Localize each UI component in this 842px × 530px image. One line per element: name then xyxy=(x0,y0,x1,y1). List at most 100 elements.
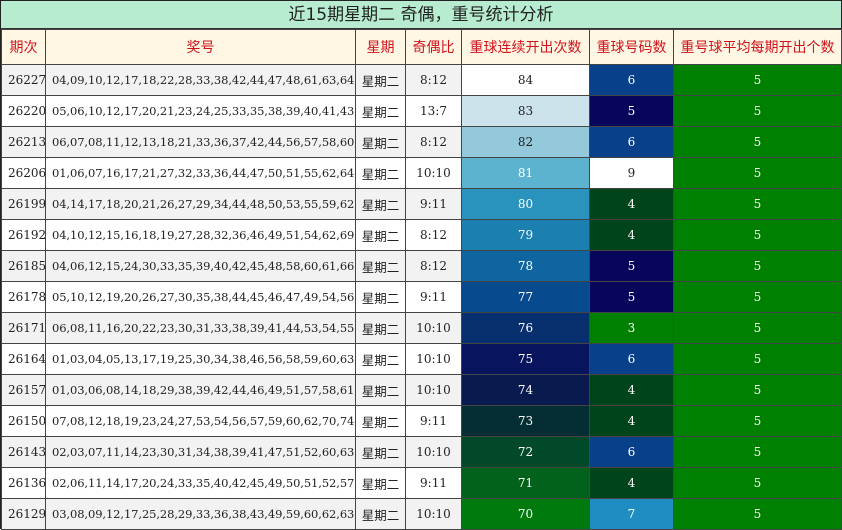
cell-issue: 26199 xyxy=(1,188,46,220)
cell-repeat-count: 5 xyxy=(589,95,674,127)
cell-numbers: 03,08,09,12,17,25,28,29,33,36,38,43,49,5… xyxy=(45,498,356,530)
cell-streak: 83 xyxy=(461,95,590,127)
cell-avg: 5 xyxy=(673,219,842,251)
cell-avg: 5 xyxy=(673,312,842,344)
cell-avg: 5 xyxy=(673,157,842,189)
cell-ratio: 9:11 xyxy=(405,467,462,499)
cell-issue: 26206 xyxy=(1,157,46,189)
cell-ratio: 8:12 xyxy=(405,219,462,251)
cell-avg: 5 xyxy=(673,436,842,468)
cell-ratio: 10:10 xyxy=(405,374,462,406)
table-row: 26220 05,06,10,12,17,20,21,23,24,25,33,35… xyxy=(1,95,842,127)
cell-issue: 26150 xyxy=(1,405,46,437)
cell-numbers: 06,08,11,16,20,22,23,30,31,33,38,39,41,4… xyxy=(45,312,356,344)
cell-repeat-count: 5 xyxy=(589,250,674,282)
table-row: 26178 05,10,12,19,20,26,27,30,35,38,44,45… xyxy=(1,281,842,313)
cell-weekday: 星期二 xyxy=(355,188,406,220)
cell-ratio: 9:11 xyxy=(405,281,462,313)
cell-issue: 26185 xyxy=(1,250,46,282)
cell-streak: 75 xyxy=(461,343,590,375)
table-body: 26227 04,09,10,12,17,18,22,28,33,38,42,44… xyxy=(1,64,842,530)
cell-avg: 5 xyxy=(673,126,842,158)
stats-table: 期次 奖号 星期 奇偶比 重球连续开出次数 重球号码数 重号球平均每期开出个数 … xyxy=(1,29,842,530)
cell-streak: 74 xyxy=(461,374,590,406)
header-issue: 期次 xyxy=(1,29,46,65)
cell-issue: 26178 xyxy=(1,281,46,313)
cell-numbers: 05,06,10,12,17,20,21,23,24,25,33,35,38,3… xyxy=(45,95,356,127)
cell-issue: 26227 xyxy=(1,64,46,96)
table-row: 26192 04,10,12,15,16,18,19,27,28,32,36,46… xyxy=(1,219,842,251)
cell-weekday: 星期二 xyxy=(355,281,406,313)
cell-repeat-count: 9 xyxy=(589,157,674,189)
cell-repeat-count: 6 xyxy=(589,343,674,375)
cell-weekday: 星期二 xyxy=(355,64,406,96)
table-row: 26227 04,09,10,12,17,18,22,28,33,38,42,44… xyxy=(1,64,842,96)
header-row: 期次 奖号 星期 奇偶比 重球连续开出次数 重球号码数 重号球平均每期开出个数 xyxy=(1,29,842,65)
cell-avg: 5 xyxy=(673,405,842,437)
cell-ratio: 8:12 xyxy=(405,126,462,158)
cell-streak: 79 xyxy=(461,219,590,251)
cell-issue: 26157 xyxy=(1,374,46,406)
cell-weekday: 星期二 xyxy=(355,250,406,282)
cell-avg: 5 xyxy=(673,250,842,282)
cell-repeat-count: 6 xyxy=(589,126,674,158)
cell-repeat-count: 4 xyxy=(589,188,674,220)
cell-issue: 26129 xyxy=(1,498,46,530)
table-header: 期次 奖号 星期 奇偶比 重球连续开出次数 重球号码数 重号球平均每期开出个数 xyxy=(1,29,842,65)
cell-ratio: 8:12 xyxy=(405,64,462,96)
header-weekday: 星期 xyxy=(355,29,406,65)
cell-avg: 5 xyxy=(673,498,842,530)
cell-weekday: 星期二 xyxy=(355,498,406,530)
cell-repeat-count: 6 xyxy=(589,436,674,468)
cell-streak: 72 xyxy=(461,436,590,468)
cell-numbers: 06,07,08,11,12,13,18,21,33,36,37,42,44,5… xyxy=(45,126,356,158)
cell-avg: 5 xyxy=(673,281,842,313)
cell-numbers: 02,06,11,14,17,20,24,33,35,40,42,45,49,5… xyxy=(45,467,356,499)
page-title: 近15期星期二 奇偶，重号统计分析 xyxy=(1,1,841,29)
header-repeat-count: 重球号码数 xyxy=(589,29,674,65)
cell-weekday: 星期二 xyxy=(355,374,406,406)
header-ratio: 奇偶比 xyxy=(405,29,462,65)
cell-avg: 5 xyxy=(673,374,842,406)
cell-ratio: 9:11 xyxy=(405,405,462,437)
cell-numbers: 04,09,10,12,17,18,22,28,33,38,42,44,47,4… xyxy=(45,64,356,96)
cell-issue: 26213 xyxy=(1,126,46,158)
table-row: 26213 06,07,08,11,12,13,18,21,33,36,37,42… xyxy=(1,126,842,158)
table-row: 26129 03,08,09,12,17,25,28,29,33,36,38,43… xyxy=(1,498,842,530)
cell-numbers: 01,03,06,08,14,18,29,38,39,42,44,46,49,5… xyxy=(45,374,356,406)
cell-streak: 76 xyxy=(461,312,590,344)
table-row: 26171 06,08,11,16,20,22,23,30,31,33,38,39… xyxy=(1,312,842,344)
cell-numbers: 07,08,12,18,19,23,24,27,53,54,56,57,59,6… xyxy=(45,405,356,437)
cell-repeat-count: 4 xyxy=(589,219,674,251)
cell-repeat-count: 4 xyxy=(589,374,674,406)
header-numbers: 奖号 xyxy=(45,29,356,65)
cell-streak: 84 xyxy=(461,64,590,96)
cell-ratio: 10:10 xyxy=(405,157,462,189)
cell-repeat-count: 4 xyxy=(589,467,674,499)
table-row: 26164 01,03,04,05,13,17,19,25,30,34,38,46… xyxy=(1,343,842,375)
cell-ratio: 9:11 xyxy=(405,188,462,220)
cell-weekday: 星期二 xyxy=(355,405,406,437)
table-row: 26136 02,06,11,14,17,20,24,33,35,40,42,45… xyxy=(1,467,842,499)
cell-issue: 26171 xyxy=(1,312,46,344)
cell-repeat-count: 6 xyxy=(589,64,674,96)
cell-numbers: 05,10,12,19,20,26,27,30,35,38,44,45,46,4… xyxy=(45,281,356,313)
cell-repeat-count: 3 xyxy=(589,312,674,344)
cell-weekday: 星期二 xyxy=(355,467,406,499)
cell-weekday: 星期二 xyxy=(355,312,406,344)
cell-issue: 26220 xyxy=(1,95,46,127)
table-row: 26185 04,06,12,15,24,30,33,35,39,40,42,45… xyxy=(1,250,842,282)
cell-streak: 81 xyxy=(461,157,590,189)
cell-weekday: 星期二 xyxy=(355,126,406,158)
cell-weekday: 星期二 xyxy=(355,436,406,468)
cell-ratio: 10:10 xyxy=(405,343,462,375)
cell-issue: 26192 xyxy=(1,219,46,251)
cell-ratio: 8:12 xyxy=(405,250,462,282)
table-row: 26206 01,06,07,16,17,21,27,32,33,36,44,47… xyxy=(1,157,842,189)
cell-avg: 5 xyxy=(673,343,842,375)
cell-streak: 82 xyxy=(461,126,590,158)
header-avg: 重号球平均每期开出个数 xyxy=(673,29,842,65)
cell-ratio: 10:10 xyxy=(405,436,462,468)
cell-ratio: 13:7 xyxy=(405,95,462,127)
cell-ratio: 10:10 xyxy=(405,312,462,344)
